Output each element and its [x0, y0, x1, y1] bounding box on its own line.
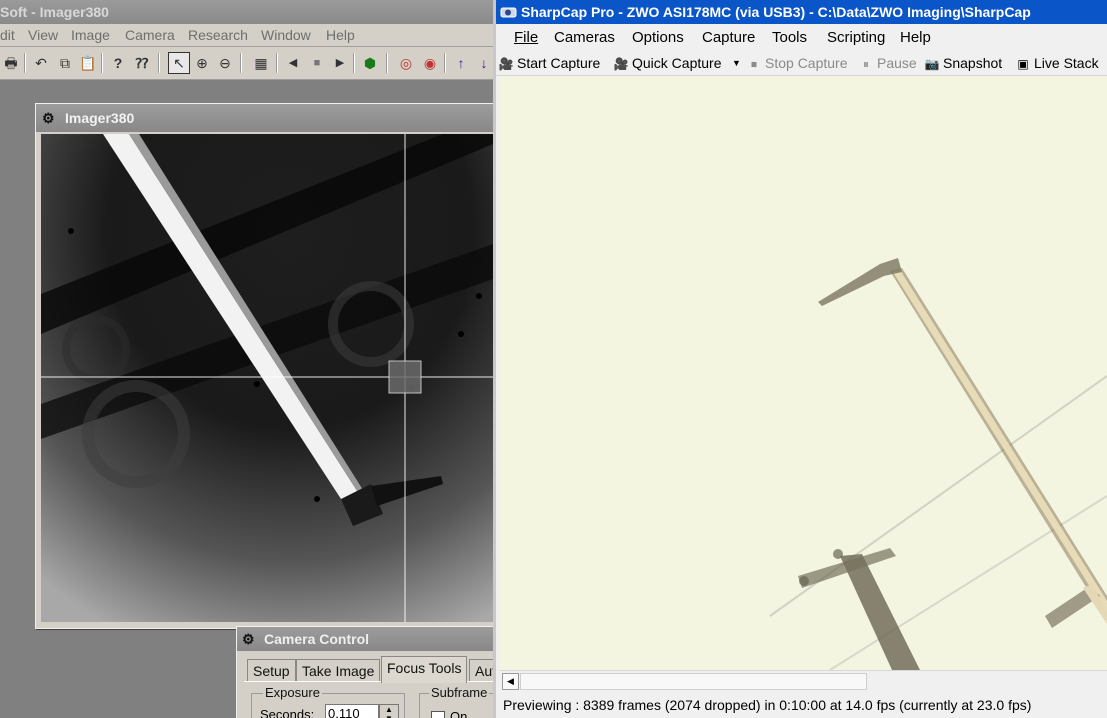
- left-app-toolbar: 🖶 ↶ ⧉ 📋 ? ⁇ ↖ ⊕ ⊖ ▦ ◀ ■ ▶ ⬢ ◎ ◉ ↑ ↓: [0, 47, 493, 80]
- menu-file-label: File: [514, 29, 539, 46]
- stop-capture-label: Stop Capture: [765, 55, 848, 71]
- stop-icon: ⏹: [750, 57, 757, 71]
- zoom-out-icon[interactable]: ⊖: [215, 53, 235, 73]
- sharpcap-menubar: File Cameras Options Capture Tools Scrip…: [496, 24, 1107, 50]
- camera-control-title: Camera Control: [264, 631, 370, 647]
- menu-help[interactable]: Help: [900, 29, 931, 46]
- help-icon[interactable]: ?: [108, 53, 128, 73]
- toolbar-separator: [158, 53, 160, 73]
- preview-horizontal-scrollbar[interactable]: ◀: [500, 670, 1107, 692]
- telescope-image: [41, 134, 493, 622]
- camera-window-icon: ⚙: [42, 110, 55, 126]
- live-preview-image: [500, 76, 1107, 670]
- sharpcap-toolbar: 🎥 Start Capture 🎥 Quick Capture ▼ ⏹ Stop Ca…: [496, 51, 1107, 76]
- filter-icon[interactable]: ⬢: [360, 53, 380, 73]
- subframe-group-label: Subframe: [429, 685, 490, 700]
- snapshot-icon: 📷: [924, 57, 940, 71]
- sharpcap-status-bar: Previewing : 8389 frames (2074 dropped) …: [496, 692, 1107, 718]
- tab-setup[interactable]: Setup: [247, 659, 296, 682]
- play-icon[interactable]: ▶: [330, 53, 350, 73]
- imager-image-view[interactable]: [41, 134, 493, 622]
- menu-options[interactable]: Options: [632, 29, 684, 46]
- prev-icon[interactable]: ◀: [283, 53, 303, 73]
- tile-icon[interactable]: ▦: [251, 53, 271, 73]
- menu-capture[interactable]: Capture: [702, 29, 755, 46]
- color2-icon[interactable]: ◉: [420, 53, 440, 73]
- toolbar-separator: [101, 53, 103, 73]
- pause-icon: ⏸: [862, 57, 869, 71]
- undo-icon[interactable]: ↶: [31, 53, 51, 73]
- menu-research[interactable]: Research: [188, 27, 248, 43]
- up-arrow-icon[interactable]: ↑: [451, 53, 471, 73]
- left-application-window: Soft - Imager380 dit View Image Camera R…: [0, 0, 493, 718]
- menu-image[interactable]: Image: [71, 27, 110, 43]
- zoom-in-icon[interactable]: ⊕: [192, 53, 212, 73]
- toolbar-separator: [386, 53, 388, 73]
- stop-capture-button[interactable]: ⏹ Stop Capture: [746, 53, 848, 73]
- menu-edit[interactable]: dit: [0, 27, 15, 43]
- sharpcap-preview-area[interactable]: [500, 76, 1107, 670]
- sharpcap-app-icon: [500, 7, 517, 18]
- exposure-group-label: Exposure: [263, 685, 322, 700]
- status-text: Previewing : 8389 frames (2074 dropped) …: [503, 697, 1032, 713]
- quick-capture-label: Quick Capture: [632, 55, 722, 71]
- quick-capture-button[interactable]: 🎥 Quick Capture: [613, 53, 722, 73]
- exposure-spinner[interactable]: ▲▼: [379, 704, 399, 718]
- snapshot-button[interactable]: 📷 Snapshot: [924, 53, 1003, 73]
- imager-window: ⚙ Imager380: [35, 103, 493, 629]
- menu-help[interactable]: Help: [326, 27, 355, 43]
- menu-camera[interactable]: Camera: [125, 27, 175, 43]
- menu-tools[interactable]: Tools: [772, 29, 807, 46]
- seconds-label: Seconds:: [260, 707, 315, 718]
- toolbar-separator: [444, 53, 446, 73]
- color-icon[interactable]: ◎: [396, 53, 416, 73]
- left-app-title: Soft - Imager380: [0, 4, 109, 20]
- toolbar-separator: [24, 53, 26, 73]
- pointer-icon[interactable]: ↖: [168, 52, 190, 74]
- menu-view[interactable]: View: [28, 27, 58, 43]
- camera-control-window: ⚙ Camera Control Setup Take Image Focus …: [236, 626, 493, 718]
- toolbar-separator: [276, 53, 278, 73]
- camera-control-titlebar[interactable]: ⚙ Camera Control: [237, 627, 493, 651]
- tab-focus-tools[interactable]: Focus Tools: [381, 656, 468, 683]
- scrollbar-thumb[interactable]: [520, 673, 867, 690]
- stop-icon[interactable]: ■: [307, 53, 327, 73]
- menu-scripting[interactable]: Scripting: [827, 29, 885, 46]
- scroll-left-icon[interactable]: ◀: [502, 673, 519, 690]
- camera-icon: 🎥: [498, 57, 514, 71]
- menu-cameras[interactable]: Cameras: [554, 29, 615, 46]
- exposure-seconds-input[interactable]: 0.110: [325, 704, 379, 718]
- pause-label: Pause: [877, 55, 917, 71]
- camera-control-icon: ⚙: [242, 631, 255, 647]
- sharpcap-titlebar[interactable]: SharpCap Pro - ZWO ASI178MC (via USB3) -…: [496, 0, 1107, 24]
- copy-icon[interactable]: ⧉: [55, 53, 75, 73]
- context-help-icon[interactable]: ⁇: [132, 53, 152, 73]
- live-stack-icon: ▣: [1017, 57, 1029, 71]
- imager-window-title: Imager380: [65, 110, 135, 126]
- menu-file[interactable]: File: [514, 29, 538, 46]
- left-app-menubar: dit View Image Camera Research Window He…: [0, 24, 493, 47]
- subframe-on-checkbox[interactable]: [431, 711, 445, 718]
- toolbar-separator: [353, 53, 355, 73]
- subframe-on-label: On: [450, 709, 468, 718]
- start-capture-button[interactable]: 🎥 Start Capture: [498, 53, 601, 73]
- live-stack-button[interactable]: ▣ Live Stack: [1015, 53, 1099, 73]
- print-icon[interactable]: 🖶: [1, 53, 21, 73]
- paste-icon[interactable]: 📋: [78, 53, 98, 73]
- start-capture-label: Start Capture: [517, 55, 601, 71]
- tab-autoguide[interactable]: Aut: [469, 659, 493, 682]
- snapshot-label: Snapshot: [943, 55, 1003, 71]
- camera-icon: 🎥: [613, 57, 629, 71]
- quick-capture-dropdown-icon[interactable]: ▼: [732, 53, 741, 73]
- tab-take-image[interactable]: Take Image: [296, 659, 381, 682]
- sharpcap-title: SharpCap Pro - ZWO ASI178MC (via USB3) -…: [521, 4, 1031, 20]
- sharpcap-window: SharpCap Pro - ZWO ASI178MC (via USB3) -…: [493, 0, 1107, 718]
- menu-window[interactable]: Window: [261, 27, 311, 43]
- left-app-titlebar[interactable]: Soft - Imager380: [0, 0, 493, 24]
- imager-window-titlebar[interactable]: ⚙ Imager380: [36, 104, 493, 132]
- live-stack-label: Live Stack: [1034, 55, 1099, 71]
- down-arrow-icon[interactable]: ↓: [474, 53, 493, 73]
- pause-button[interactable]: ⏸ Pause: [858, 53, 917, 73]
- toolbar-separator: [240, 53, 242, 73]
